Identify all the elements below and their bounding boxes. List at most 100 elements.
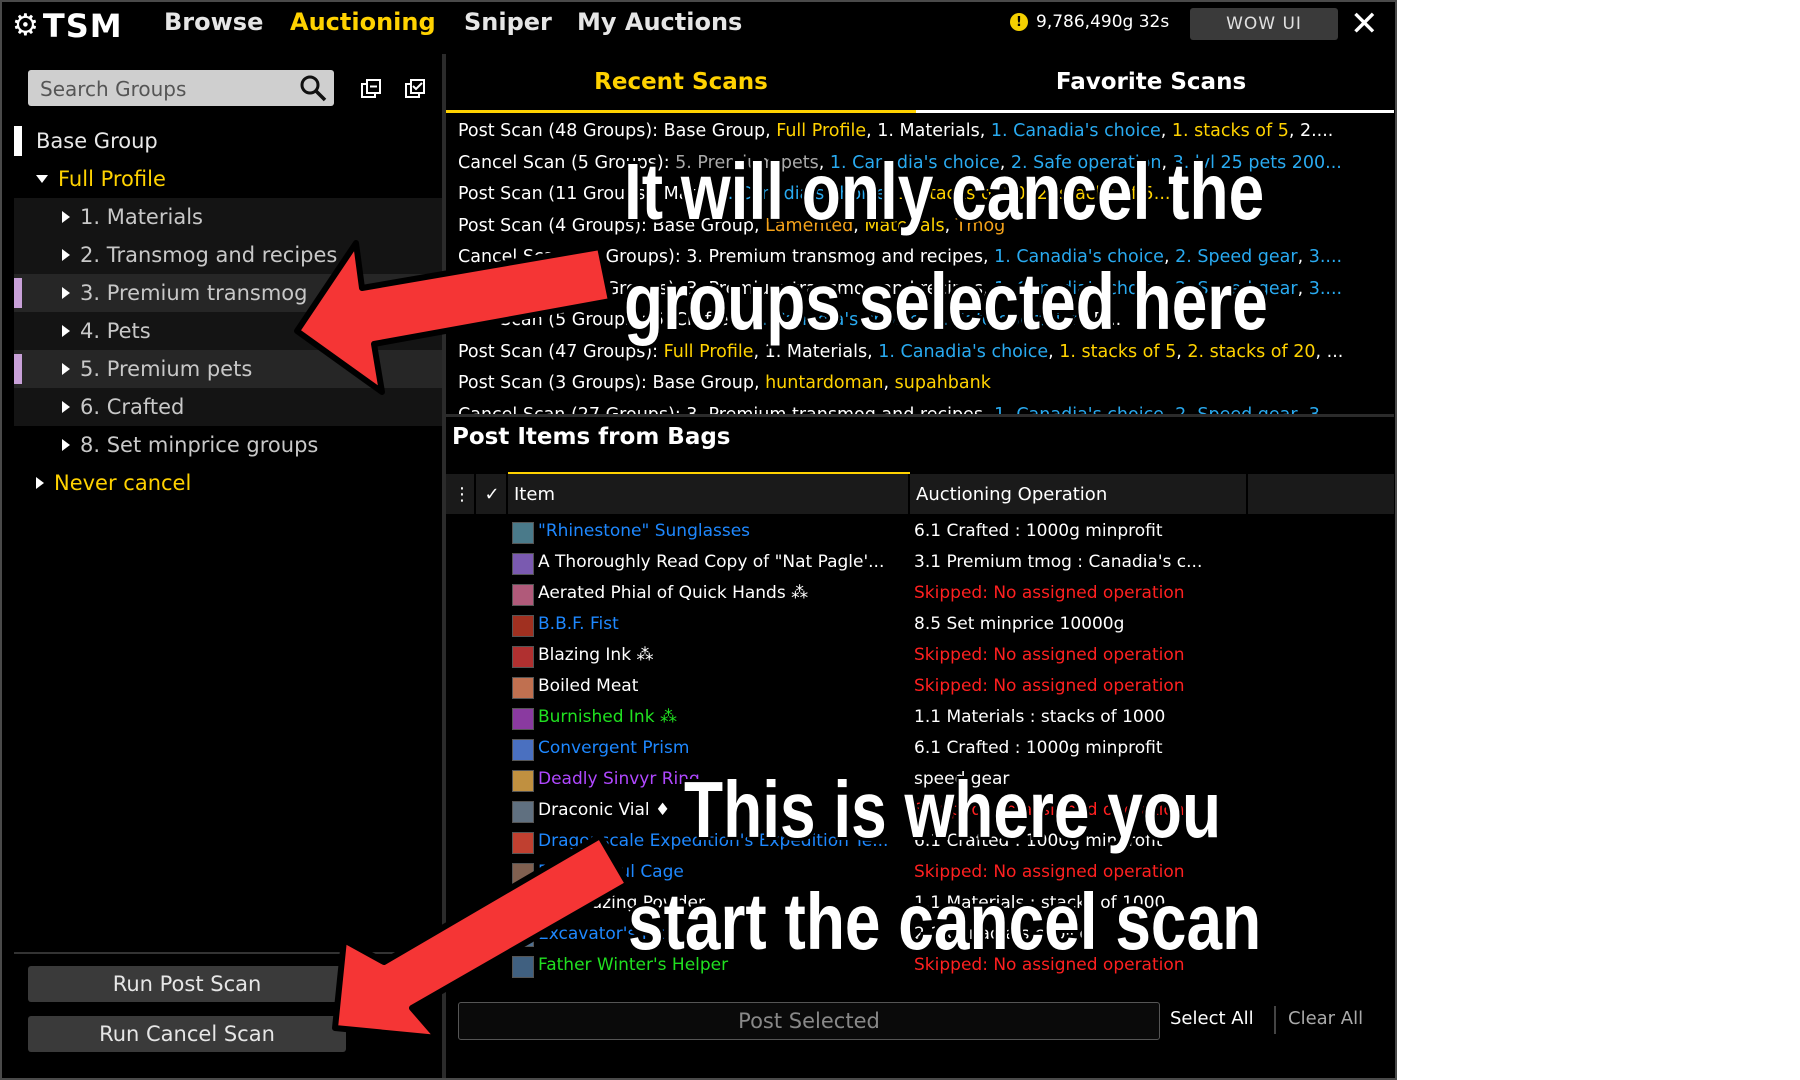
scan-text-segment: , 1. Materials, bbox=[866, 121, 991, 141]
recent-scan-row[interactable]: Post Scan (3 Groups): Base Group, huntar… bbox=[446, 368, 1394, 400]
table-row[interactable]: Blazing Ink ⁂ Skipped: No assigned operat… bbox=[446, 640, 1394, 671]
annotation-bottom-line1: This is where you bbox=[684, 765, 1222, 854]
tree-item-label: 8. Set minprice groups bbox=[80, 433, 319, 457]
item-icon bbox=[512, 708, 534, 730]
search-icon[interactable] bbox=[298, 73, 328, 103]
item-icon bbox=[512, 615, 534, 637]
table-row[interactable]: A Thoroughly Read Copy of "Nat Pagle'...… bbox=[446, 547, 1394, 578]
tree-item-crafted[interactable]: 6. Crafted bbox=[14, 388, 442, 426]
tab-recent-scans[interactable]: Recent Scans bbox=[446, 54, 916, 110]
item-operation: 6.1 Crafted : 1000g minprofit bbox=[914, 738, 1163, 758]
chevron-down-icon[interactable] bbox=[36, 175, 48, 183]
tree-item-pets[interactable]: 4. Pets bbox=[14, 312, 442, 350]
chevron-right-icon[interactable] bbox=[62, 287, 70, 299]
tree-item-full-profile[interactable]: Full Profile bbox=[14, 160, 442, 198]
column-item[interactable]: Item bbox=[514, 474, 555, 514]
chevron-right-icon[interactable] bbox=[36, 477, 44, 489]
scan-text-segment: Post Scan (48 Groups): Base Group, bbox=[458, 121, 777, 141]
tree-item-materials[interactable]: 1. Materials bbox=[14, 198, 442, 236]
checkmark-icon[interactable]: ✓ bbox=[482, 474, 502, 514]
tree-item-never-cancel[interactable]: Never cancel bbox=[14, 464, 442, 502]
wow-ui-button[interactable]: WOW UI bbox=[1190, 8, 1338, 40]
chevron-right-icon[interactable] bbox=[62, 211, 70, 223]
chevron-right-icon[interactable] bbox=[62, 325, 70, 337]
tree-item-set-minprice[interactable]: 8. Set minprice groups bbox=[14, 426, 442, 464]
top-bar: ⚙ TSM Browse Auctioning Sniper My Auctio… bbox=[2, 2, 1395, 50]
tree-item-label: 5. Premium pets bbox=[80, 357, 253, 381]
item-icon bbox=[512, 863, 534, 885]
scan-text-segment: , bbox=[1297, 247, 1309, 267]
items-table-header: ⋮ ✓ Item Auctioning Operation bbox=[446, 474, 1394, 514]
scan-text-segment: 1. Canadia's choice bbox=[990, 121, 1161, 141]
chevron-right-icon[interactable] bbox=[62, 439, 70, 451]
run-post-scan-button[interactable]: Run Post Scan bbox=[28, 966, 346, 1002]
select-all-button[interactable]: Select All bbox=[1170, 1008, 1254, 1029]
nav-my-auctions[interactable]: My Auctions bbox=[577, 8, 742, 36]
more-options-icon[interactable]: ⋮ bbox=[453, 474, 471, 514]
tab-underline bbox=[916, 110, 1394, 113]
post-items-header: Post Items from Bags bbox=[452, 424, 731, 450]
group-panel: Base Group Full Profile 1. Materials 2. … bbox=[14, 54, 442, 1078]
scan-text-segment: , bbox=[1160, 121, 1172, 141]
item-icon bbox=[512, 956, 534, 978]
chevron-right-icon[interactable] bbox=[62, 401, 70, 413]
scan-text-segment: Post Scan (3 Groups): Base Group, bbox=[458, 373, 766, 393]
item-operation: 3.1 Premium tmog : Canadia's c... bbox=[914, 552, 1203, 572]
nav-browse[interactable]: Browse bbox=[164, 8, 263, 36]
close-icon[interactable]: ✕ bbox=[1350, 4, 1379, 44]
annotation-top-line1: It will only cancel the bbox=[624, 147, 1265, 236]
chevron-right-icon[interactable] bbox=[62, 249, 70, 261]
table-row[interactable]: Boiled Meat Skipped: No assigned operatio… bbox=[446, 671, 1394, 702]
scan-text-segment: huntardoman bbox=[765, 373, 884, 393]
run-cancel-scan-button[interactable]: Run Cancel Scan bbox=[28, 1016, 346, 1052]
item-icon bbox=[512, 925, 534, 947]
column-auctioning-operation[interactable]: Auctioning Operation bbox=[916, 474, 1107, 514]
table-row[interactable]: B.B.F. Fist 8.5 Set minprice 10000g bbox=[446, 609, 1394, 640]
item-icon bbox=[512, 584, 534, 606]
tree-item-premium-transmog[interactable]: 3. Premium transmog bbox=[14, 274, 442, 312]
tree-item-label: 2. Transmog and recipes bbox=[80, 243, 338, 267]
search-groups-input[interactable] bbox=[28, 70, 292, 108]
bottom-bar: Post Selected Select All Clear All bbox=[446, 994, 1394, 1044]
tree-item-base-group[interactable]: Base Group bbox=[14, 122, 442, 160]
tsm-logo: ⚙ TSM bbox=[12, 6, 123, 46]
item-operation: 6.1 Crafted : 1000g minprofit bbox=[914, 521, 1163, 541]
gold-amount: 9,786,490g 32s bbox=[1036, 12, 1170, 32]
select-all-groups-icon[interactable] bbox=[404, 78, 426, 100]
scan-text-segment: 1. stacks of 5 bbox=[1171, 121, 1289, 141]
recent-scan-row[interactable]: Post Scan (48 Groups): Base Group, Full … bbox=[446, 116, 1394, 148]
item-icon bbox=[512, 832, 534, 854]
nav-auctioning[interactable]: Auctioning bbox=[290, 8, 436, 36]
tab-favorite-scans[interactable]: Favorite Scans bbox=[916, 54, 1386, 110]
scan-text-segment: supahbank bbox=[894, 373, 991, 393]
table-row[interactable]: Burnished Ink ⁂ 1.1 Materials : stacks of… bbox=[446, 702, 1394, 733]
item-icon bbox=[512, 739, 534, 761]
tree-item-label: 1. Materials bbox=[80, 205, 203, 229]
tree-item-transmog[interactable]: 2. Transmog and recipes bbox=[14, 236, 442, 274]
post-selected-button[interactable]: Post Selected bbox=[458, 1002, 1160, 1040]
scan-tabs: Recent Scans Favorite Scans bbox=[446, 54, 1394, 113]
expand-all-icon[interactable] bbox=[360, 78, 382, 100]
divider bbox=[446, 414, 1394, 417]
scan-text-segment: , ... bbox=[1315, 341, 1344, 362]
table-row[interactable]: Convergent Prism 6.1 Crafted : 1000g minp… bbox=[446, 733, 1394, 764]
chevron-right-icon[interactable] bbox=[62, 363, 70, 375]
selected-marker bbox=[14, 278, 22, 308]
table-row[interactable]: First Mate Hat 3.1 Premium tmog : Canadia… bbox=[446, 981, 1394, 986]
selected-marker bbox=[14, 126, 22, 156]
clear-all-button[interactable]: Clear All bbox=[1288, 1008, 1363, 1029]
item-name: Aerated Phial of Quick Hands ⁂ bbox=[538, 583, 809, 603]
scan-text-segment: 3.... bbox=[1308, 247, 1343, 267]
item-operation: Skipped: No assigned operation bbox=[914, 676, 1185, 696]
tree-item-label: 3. Premium transmog bbox=[80, 281, 308, 305]
scan-text-segment: , 2.... bbox=[1288, 121, 1334, 141]
table-row[interactable]: "Rhinestone" Sunglasses 6.1 Crafted : 100… bbox=[446, 516, 1394, 547]
nav-sniper[interactable]: Sniper bbox=[464, 8, 552, 36]
item-operation: 3.1 Premium tmog : Canadia's c... bbox=[914, 981, 1384, 986]
tree-item-label: 6. Crafted bbox=[80, 395, 185, 419]
item-operation: 1.1 Materials : stacks of 1000 bbox=[914, 707, 1166, 727]
table-row[interactable]: Aerated Phial of Quick Hands ⁂ Skipped: N… bbox=[446, 578, 1394, 609]
item-icon bbox=[512, 894, 534, 916]
item-icon bbox=[512, 646, 534, 668]
tree-item-premium-pets[interactable]: 5. Premium pets bbox=[14, 350, 442, 388]
